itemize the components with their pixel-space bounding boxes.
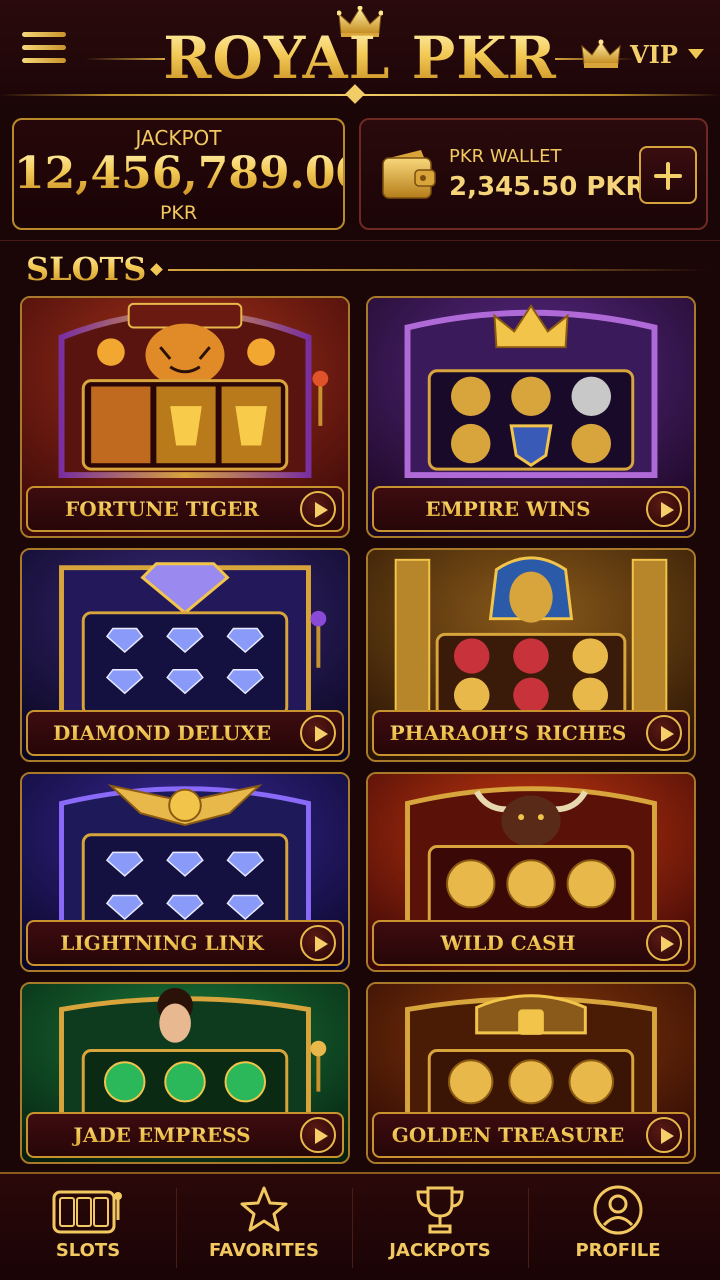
game-name: FORTUNE TIGER [28,488,296,530]
menu-icon-bar [22,58,66,63]
wallet-card: PKR WALLET 2,345.50 PKR [359,118,708,230]
game-name-bar: EMPIRE WINS [372,486,690,532]
game-name: GOLDEN TREASURE [374,1114,642,1156]
menu-icon-bar [22,45,66,50]
jackpot-label: JACKPOT [135,126,222,150]
jackpot-card: JACKPOT 12,456,789.00 PKR [12,118,367,230]
play-button[interactable] [300,925,336,961]
chevron-down-icon [687,49,704,59]
game-name: PHARAOH’S RICHES [374,712,642,754]
nav-item-favorites[interactable]: FAVORITES [176,1174,352,1280]
play-button[interactable] [646,491,682,527]
play-button[interactable] [300,715,336,751]
nav-item-slots[interactable]: SLOTS [0,1174,176,1280]
game-name-bar: GOLDEN TREASURE [372,1112,690,1158]
menu-icon-bar [22,32,66,37]
wallet-icon [382,150,436,199]
app-logo: ROYAL PKR [160,4,560,94]
game-name: DIAMOND DELUXE [28,712,296,754]
game-name-bar: JADE EMPRESS [26,1112,344,1158]
game-name: WILD CASH [374,922,642,964]
game-name-bar: PHARAOH’S RICHES [372,710,690,756]
game-card-pharaohs-riches[interactable]: PHARAOH’S RICHES [366,548,696,762]
game-name-bar: LIGHTNING LINK [26,920,344,966]
section-divider [168,269,708,271]
game-card-empire-wins[interactable]: EMPIRE WINS [366,296,696,538]
slot-machine-icon [52,1190,122,1234]
wallet-label: PKR WALLET [449,146,562,167]
play-button[interactable] [300,491,336,527]
menu-button[interactable] [22,32,68,70]
game-card-diamond-deluxe[interactable]: DIAMOND DELUXE [20,548,350,762]
wallet-balance: 2,345.50 PKR [449,172,646,202]
game-card-golden-treasure[interactable]: GOLDEN TREASURE [366,982,696,1164]
trophy-icon [416,1186,464,1234]
app-header: ROYAL PKR VIP [0,0,720,104]
vip-dropdown[interactable]: VIP [580,34,708,74]
play-button[interactable] [646,1117,682,1153]
nav-item-jackpots[interactable]: JACKPOTS [352,1174,528,1280]
section-title: SLOTS [26,250,147,288]
play-button[interactable] [300,1117,336,1153]
game-card-lightning-link[interactable]: LIGHTNING LINK [20,772,350,972]
nav-label: PROFILE [575,1240,661,1261]
nav-item-profile[interactable]: PROFILE [530,1174,706,1280]
game-name: JADE EMPRESS [28,1114,296,1156]
play-button[interactable] [646,925,682,961]
game-name-bar: FORTUNE TIGER [26,486,344,532]
add-funds-button[interactable] [639,146,697,204]
game-name-bar: DIAMOND DELUXE [26,710,344,756]
game-card-jade-empress[interactable]: JADE EMPRESS [20,982,350,1164]
vip-crown-icon [581,39,621,68]
nav-label: SLOTS [55,1240,121,1261]
vip-label: VIP [630,39,678,69]
game-card-wild-cash[interactable]: WILD CASH [366,772,696,972]
bottom-navigation: SLOTS FAVORITES JACKPOTS PROFILE [0,1172,720,1280]
play-button[interactable] [646,715,682,751]
nav-label: FAVORITES [209,1240,319,1261]
jackpot-value: 12,456,789.00 [14,148,367,199]
jackpot-currency: PKR [159,202,198,224]
section-diamond-ornament [150,263,163,276]
nav-label: JACKPOTS [389,1240,491,1261]
game-name: LIGHTNING LINK [28,922,296,964]
nav-divider [528,1188,529,1268]
logo-divider-left [85,58,165,60]
game-card-fortune-tiger[interactable]: FORTUNE TIGER [20,296,350,538]
app-title: ROYAL PKR [160,26,560,90]
game-name-bar: WILD CASH [372,920,690,966]
divider [0,240,720,241]
game-name: EMPIRE WINS [374,488,642,530]
star-icon [240,1186,288,1232]
user-icon [593,1185,643,1235]
